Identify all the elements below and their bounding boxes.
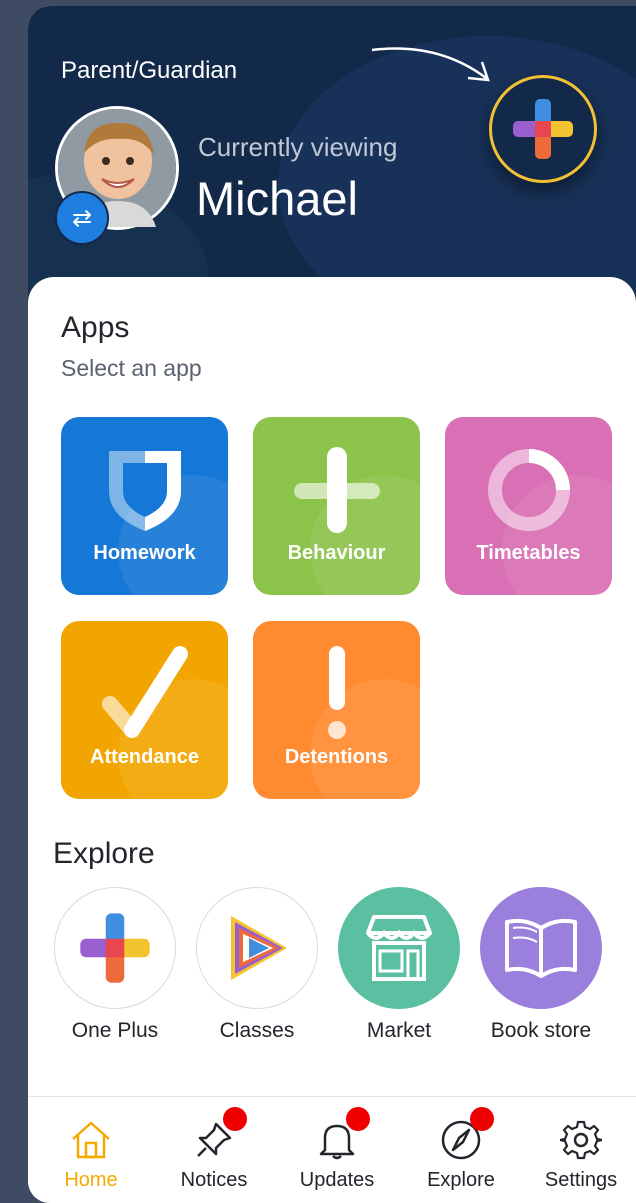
check-icon: [101, 646, 188, 738]
explore-item-classes[interactable]: Classes: [195, 887, 319, 1043]
app-tile-timetables[interactable]: Timetables: [445, 417, 612, 595]
pin-icon: [191, 1107, 247, 1163]
storefront-icon: [366, 915, 432, 981]
app-tile-label: Homework: [93, 542, 196, 564]
app-tile-behaviour[interactable]: Behaviour: [253, 417, 420, 595]
explore-label: Classes: [219, 1019, 295, 1042]
user-role-label: Parent/Guardian: [61, 57, 238, 84]
explore-icon-circle: [54, 887, 176, 1009]
colorful-plus-icon: [513, 99, 573, 159]
child-name: Michael: [196, 172, 358, 225]
explore-item-one-plus[interactable]: One Plus: [53, 887, 177, 1043]
app-tile-detentions[interactable]: Detentions: [253, 621, 420, 799]
currently-viewing-label: Currently viewing: [198, 132, 398, 162]
notification-dot: [470, 1107, 494, 1131]
colorful-plus-icon: [80, 913, 150, 983]
add-app-button[interactable]: [489, 75, 597, 183]
apps-subheading: Select an app: [61, 355, 202, 381]
bottom-nav: Home Notices Updates Explore Settings: [28, 1096, 636, 1203]
explore-heading: Explore: [53, 837, 155, 870]
nav-notices[interactable]: Notices: [159, 1097, 269, 1203]
ring-icon: [487, 449, 570, 531]
nav-label: Updates: [299, 1169, 375, 1191]
nav-label: Home: [64, 1169, 118, 1191]
nav-label: Notices: [180, 1169, 248, 1191]
nav-updates[interactable]: Updates: [282, 1097, 392, 1203]
notification-dot: [346, 1107, 370, 1131]
gear-icon: [558, 1117, 604, 1163]
app-screen: Parent/Guardian ⇄ Currently viewing Mich…: [28, 6, 636, 1203]
swap-arrows-icon: ⇄: [71, 204, 93, 232]
nav-label: Explore: [427, 1169, 495, 1191]
app-tile-label: Timetables: [476, 542, 581, 564]
bell-icon: [314, 1107, 370, 1163]
explore-item-book-store[interactable]: Book store: [479, 887, 603, 1043]
pointer-arrow-icon: [371, 47, 490, 82]
app-tile-label: Attendance: [90, 746, 199, 768]
open-book-icon: [505, 918, 577, 978]
explore-icon-circle: [196, 887, 318, 1009]
app-tile-label: Detentions: [284, 746, 389, 768]
notification-dot: [223, 1107, 247, 1131]
explore-icon-circle: [338, 887, 460, 1009]
nav-explore[interactable]: Explore: [406, 1097, 516, 1203]
explore-label: One Plus: [71, 1019, 159, 1042]
exclamation-icon: [327, 646, 346, 739]
nav-label: Settings: [544, 1169, 618, 1191]
shield-icon: [108, 451, 181, 531]
app-tile-homework[interactable]: Homework: [61, 417, 228, 595]
content-sheet: Apps Select an app Homework Behaviour Ti…: [28, 277, 636, 1177]
compass-icon: [438, 1107, 494, 1163]
explore-icon-circle: [480, 887, 602, 1009]
app-tile-label: Behaviour: [287, 542, 386, 564]
switch-child-button[interactable]: ⇄: [55, 191, 109, 245]
play-icon: [231, 916, 287, 980]
home-icon: [68, 1117, 114, 1163]
explore-label: Book store: [490, 1019, 592, 1042]
header: Parent/Guardian ⇄ Currently viewing Mich…: [28, 6, 636, 306]
app-tile-attendance[interactable]: Attendance: [61, 621, 228, 799]
explore-item-market[interactable]: Market: [337, 887, 461, 1043]
nav-home[interactable]: Home: [36, 1097, 146, 1203]
plus-icon: [293, 447, 380, 533]
explore-label: Market: [366, 1019, 432, 1042]
apps-heading: Apps: [61, 311, 130, 344]
nav-settings[interactable]: Settings: [526, 1097, 636, 1203]
